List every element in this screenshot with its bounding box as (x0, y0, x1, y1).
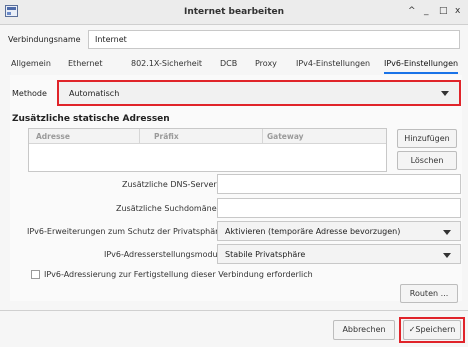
search-domains-input[interactable] (217, 198, 461, 218)
connection-name-input[interactable]: Internet (88, 30, 460, 49)
save-button[interactable]: ✓Speichern (403, 320, 461, 340)
tab-ethernet[interactable]: Ethernet (68, 56, 102, 72)
table-header: Adresse Präfix Gateway (29, 129, 386, 144)
close-button[interactable]: x (455, 6, 460, 16)
address-mode-label: IPv6-Adresserstellungsmodus (104, 250, 222, 259)
footer-divider (0, 310, 468, 311)
privacy-extensions-label: IPv6-Erweiterungen zum Schutz der Privat… (27, 227, 224, 236)
dns-servers-input[interactable] (217, 174, 461, 194)
search-domains-label: Zusätzliche Suchdomänen (116, 204, 222, 213)
static-addresses-table[interactable]: Adresse Präfix Gateway (28, 128, 387, 172)
delete-address-button[interactable]: Löschen (397, 151, 457, 170)
routes-button[interactable]: Routen ... (400, 284, 458, 303)
column-prefix: Präfix (154, 132, 179, 141)
privacy-extensions-value: Aktivieren (temporäre Adresse bevorzugen… (225, 227, 401, 236)
address-mode-dropdown[interactable]: Stabile Privatsphäre (217, 244, 461, 264)
maximize-button[interactable]: □ (439, 6, 448, 16)
tab-ipv6-settings[interactable]: IPv6-Einstellungen (384, 56, 459, 74)
tab-bar: Allgemein Ethernet 802.1X-Sicherheit DCB… (6, 56, 464, 74)
method-label: Methode (12, 89, 47, 98)
require-ipv6-label: IPv6-Adressierung zur Fertigstellung die… (44, 270, 313, 279)
column-divider (139, 129, 140, 143)
require-ipv6-checkbox[interactable] (31, 270, 40, 279)
privacy-extensions-dropdown[interactable]: Aktivieren (temporäre Adresse bevorzugen… (217, 221, 461, 241)
edit-connection-dialog: Internet bearbeiten ^ _ □ x Verbindungsn… (0, 0, 468, 347)
save-button-highlight: ✓Speichern (399, 317, 465, 343)
address-mode-value: Stabile Privatsphäre (225, 250, 306, 259)
connection-name-row: Verbindungsname Internet (0, 28, 468, 50)
column-divider (262, 129, 263, 143)
cancel-button[interactable]: Abbrechen (333, 320, 395, 340)
column-address: Adresse (36, 132, 70, 141)
add-address-button[interactable]: Hinzufügen (397, 129, 457, 148)
tab-proxy[interactable]: Proxy (255, 56, 277, 72)
window-title: Internet bearbeiten (183, 7, 285, 17)
tab-allgemein[interactable]: Allgemein (11, 56, 51, 72)
save-button-label: Speichern (415, 325, 456, 334)
connection-name-label: Verbindungsname (8, 35, 81, 44)
method-dropdown[interactable]: Automatisch (57, 80, 461, 106)
tab-dcb[interactable]: DCB (220, 56, 237, 72)
method-value: Automatisch (69, 89, 120, 98)
minimize-button[interactable]: _ (424, 6, 429, 16)
shade-button[interactable]: ^ (408, 6, 416, 16)
dns-servers-label: Zusätzliche DNS-Server (122, 180, 217, 189)
chevron-down-icon (443, 230, 451, 235)
column-gateway: Gateway (267, 132, 304, 141)
tab-8021x-security[interactable]: 802.1X-Sicherheit (131, 56, 202, 72)
chevron-down-icon (443, 253, 451, 258)
title-bar: Internet bearbeiten ^ _ □ x (0, 0, 468, 25)
chevron-down-icon (441, 91, 449, 96)
static-addresses-title: Zusätzliche statische Adressen (12, 114, 170, 124)
tab-ipv4-settings[interactable]: IPv4-Einstellungen (296, 56, 370, 72)
